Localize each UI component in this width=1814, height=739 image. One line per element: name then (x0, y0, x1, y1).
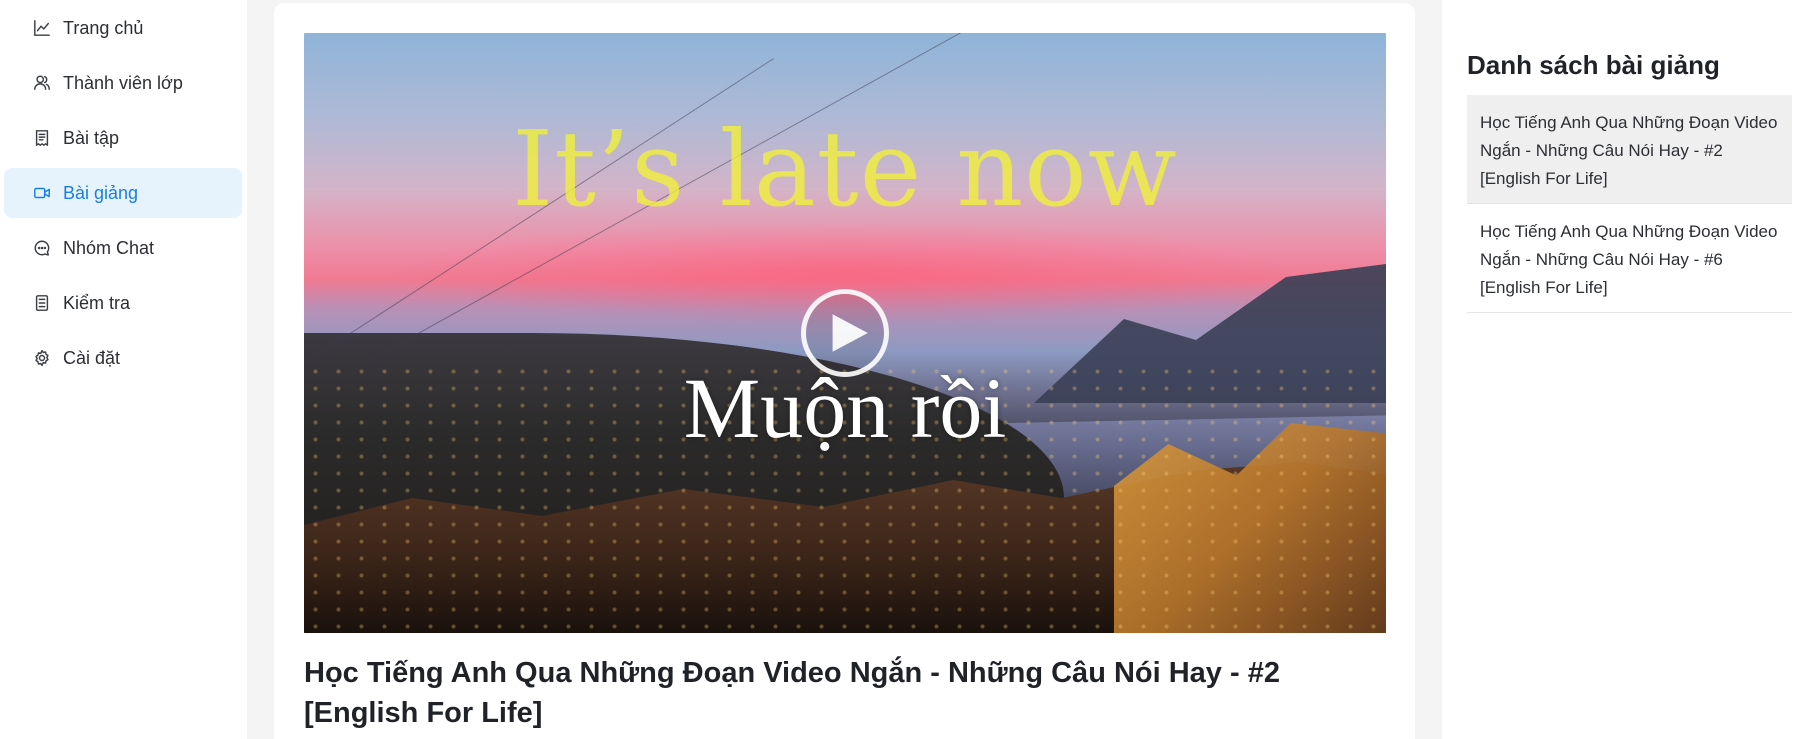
users-icon (32, 73, 52, 93)
video-icon (32, 183, 52, 203)
video-caption-english: It’s late now (512, 108, 1178, 230)
list-item[interactable]: Học Tiếng Anh Qua Những Đoạn Video Ngắn … (1467, 95, 1792, 204)
sidebar-item-label: Cài đặt (63, 347, 121, 368)
sidebar-item-label: Bài giảng (63, 182, 139, 203)
sidebar-item-label: Kiểm tra (63, 292, 131, 313)
sidebar-item-cai-dat[interactable]: Cài đặt (4, 333, 242, 383)
chart-line-icon (32, 18, 52, 38)
sidebar-item-trang-chu[interactable]: Trang chủ (4, 3, 242, 53)
sidebar-item-thanh-vien-lop[interactable]: Thành viên lớp (4, 58, 242, 108)
sidebar-item-label: Trang chủ (63, 17, 144, 38)
play-icon (832, 314, 868, 352)
sidebar-item-kiem-tra[interactable]: Kiểm tra (4, 278, 242, 328)
sidebar-item-label: Thành viên lớp (63, 72, 183, 93)
receipt-icon (32, 128, 52, 148)
lesson-list: Học Tiếng Anh Qua Những Đoạn Video Ngắn … (1467, 95, 1792, 313)
sidebar-item-nhom-chat[interactable]: Nhóm Chat (4, 223, 242, 273)
sidebar: Trang chủ Thành viên lớp Bài tập Bài giả… (0, 0, 247, 739)
sidebar-item-label: Bài tập (63, 127, 120, 148)
lesson-list-panel: Danh sách bài giảng Học Tiếng Anh Qua Nh… (1442, 0, 1814, 739)
gear-icon (32, 348, 52, 368)
sidebar-item-bai-giang[interactable]: Bài giảng (4, 168, 242, 218)
sidebar-item-label: Nhóm Chat (63, 237, 155, 258)
lesson-title: Học Tiếng Anh Qua Những Đoạn Video Ngắn … (304, 657, 1280, 729)
video-player[interactable]: It’s late now Muộn rồi (304, 33, 1386, 633)
play-button[interactable] (801, 289, 889, 377)
list-item[interactable]: Học Tiếng Anh Qua Những Đoạn Video Ngắn … (1467, 204, 1792, 313)
chat-bubble-icon (32, 238, 52, 258)
lesson-list-heading: Danh sách bài giảng (1467, 50, 1720, 80)
lesson-content-card: It’s late now Muộn rồi Học Tiếng Anh Qua… (274, 3, 1415, 739)
sidebar-item-bai-tap[interactable]: Bài tập (4, 113, 242, 163)
clipboard-list-icon (32, 293, 52, 313)
